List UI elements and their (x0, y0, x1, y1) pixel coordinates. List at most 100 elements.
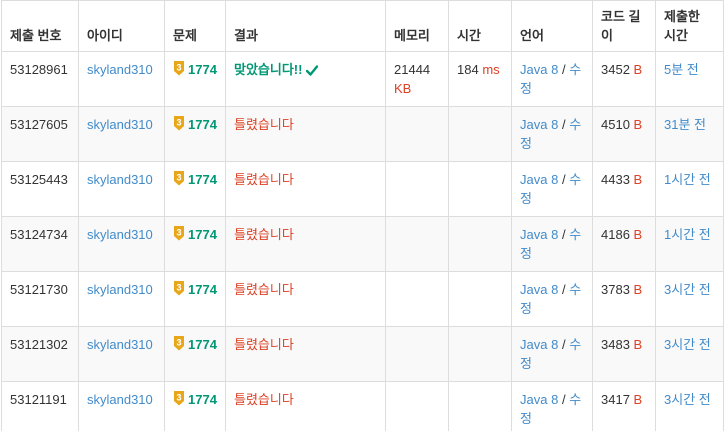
header-memory: 메모리 (385, 0, 449, 52)
result-text: 틀렸습니다 (234, 172, 294, 187)
result-cell: 맞았습니다!! (225, 51, 386, 107)
header-user-id: 아이디 (78, 0, 165, 52)
language-link[interactable]: Java 8 (520, 337, 558, 352)
language-link[interactable]: Java 8 (520, 117, 558, 132)
user-id-link[interactable]: skyland310 (87, 282, 153, 297)
code-length-cell: 3483 B (592, 326, 656, 382)
submitted-at-cell: 3시간 전 (655, 271, 724, 327)
submission-id-cell: 53124734 (1, 216, 79, 272)
submitted-at-cell: 3시간 전 (655, 326, 724, 382)
submitted-at-cell: 1시간 전 (655, 216, 724, 272)
problem-link[interactable]: 1774 (188, 62, 217, 77)
time-cell: 184 ms (448, 51, 512, 107)
tier-number: 3 (176, 173, 181, 183)
memory-cell: 21444 KB (385, 51, 449, 107)
language-link[interactable]: Java 8 (520, 392, 558, 407)
code-length-unit: B (633, 62, 643, 77)
language-link[interactable]: Java 8 (520, 227, 558, 242)
memory-cell (385, 381, 449, 431)
problem-link[interactable]: 1774 (188, 392, 217, 407)
code-length-unit: B (633, 337, 643, 352)
problem-cell: 3 1774 (164, 106, 226, 162)
language-cell: Java 8 / 수정 (511, 326, 593, 382)
language-link[interactable]: Java 8 (520, 282, 558, 297)
code-length-value: 3483 (601, 337, 630, 352)
language-separator: / (561, 282, 566, 297)
table-row: 53127605 skyland310 3 1774 틀렸습니다 Java 8 /… (1, 106, 724, 162)
tier-badge-icon[interactable]: 3 (173, 61, 185, 81)
user-id-cell: skyland310 (78, 161, 165, 217)
language-cell: Java 8 / 수정 (511, 216, 593, 272)
code-length-cell: 3417 B (592, 381, 656, 431)
problem-cell: 3 1774 (164, 271, 226, 327)
time-cell (448, 326, 512, 382)
problem-link[interactable]: 1774 (188, 337, 217, 352)
problem-cell: 3 1774 (164, 381, 226, 431)
language-link[interactable]: Java 8 (520, 172, 558, 187)
problem-link[interactable]: 1774 (188, 282, 217, 297)
code-length-unit: B (633, 117, 643, 132)
memory-cell (385, 326, 449, 382)
tier-badge-icon[interactable]: 3 (173, 171, 185, 191)
submitted-at-link[interactable]: 1시간 전 (664, 172, 711, 187)
tier-number: 3 (176, 118, 181, 128)
status-table: 제출 번호 아이디 문제 결과 메모리 시간 언어 코드 길이 제출한 시간 5… (1, 0, 724, 431)
submitted-at-link[interactable]: 3시간 전 (664, 392, 711, 407)
tier-badge-icon[interactable]: 3 (173, 336, 185, 356)
problem-link[interactable]: 1774 (188, 227, 217, 242)
header-code-length: 코드 길이 (592, 0, 656, 52)
code-length-unit: B (633, 172, 643, 187)
time-cell (448, 271, 512, 327)
code-length-cell: 4510 B (592, 106, 656, 162)
user-id-link[interactable]: skyland310 (87, 227, 153, 242)
user-id-link[interactable]: skyland310 (87, 337, 153, 352)
result-text: 틀렸습니다 (234, 337, 294, 352)
tier-badge-icon[interactable]: 3 (173, 281, 185, 301)
tier-badge-icon[interactable]: 3 (173, 116, 185, 136)
submitted-at-cell: 3시간 전 (655, 381, 724, 431)
time-value: 184 (457, 62, 479, 77)
tier-badge-icon[interactable]: 3 (173, 226, 185, 246)
submission-id-cell: 53127605 (1, 106, 79, 162)
problem-link[interactable]: 1774 (188, 117, 217, 132)
tier-number: 3 (176, 393, 181, 403)
user-id-cell: skyland310 (78, 51, 165, 107)
table-row: 53121302 skyland310 3 1774 틀렸습니다 Java 8 /… (1, 326, 724, 382)
submitted-at-link[interactable]: 3시간 전 (664, 337, 711, 352)
language-cell: Java 8 / 수정 (511, 106, 593, 162)
table-row: 53121730 skyland310 3 1774 틀렸습니다 Java 8 /… (1, 271, 724, 327)
tier-badge-icon[interactable]: 3 (173, 391, 185, 411)
submitted-at-link[interactable]: 3시간 전 (664, 282, 711, 297)
submitted-at-link[interactable]: 5분 전 (664, 62, 699, 77)
submission-id-cell: 53128961 (1, 51, 79, 107)
language-separator: / (561, 337, 566, 352)
submission-id: 53124734 (10, 227, 68, 242)
language-separator: / (561, 62, 566, 77)
submitted-at-link[interactable]: 31분 전 (664, 117, 706, 132)
memory-unit: KB (394, 81, 412, 96)
submission-id: 53121191 (10, 392, 67, 407)
problem-link[interactable]: 1774 (188, 172, 217, 187)
user-id-link[interactable]: skyland310 (87, 392, 153, 407)
code-length-unit: B (633, 227, 643, 242)
time-cell (448, 216, 512, 272)
language-link[interactable]: Java 8 (520, 62, 558, 77)
result-text: 틀렸습니다 (234, 227, 294, 242)
submitted-at-link[interactable]: 1시간 전 (664, 227, 711, 242)
user-id-link[interactable]: skyland310 (87, 172, 153, 187)
code-length-value: 4433 (601, 172, 630, 187)
language-cell: Java 8 / 수정 (511, 271, 593, 327)
time-unit: ms (482, 62, 500, 77)
user-id-link[interactable]: skyland310 (87, 117, 153, 132)
checkmark-icon (306, 62, 319, 81)
code-length-unit: B (633, 392, 643, 407)
header-submission-id: 제출 번호 (1, 0, 79, 52)
code-length-value: 3783 (601, 282, 630, 297)
user-id-cell: skyland310 (78, 381, 165, 431)
user-id-link[interactable]: skyland310 (87, 62, 153, 77)
table-row: 53128961 skyland310 3 1774 맞았습니다!! 21444 … (1, 51, 724, 107)
result-text: 틀렸습니다 (234, 117, 294, 132)
language-cell: Java 8 / 수정 (511, 51, 593, 107)
table-body: 53128961 skyland310 3 1774 맞았습니다!! 21444 … (1, 51, 724, 431)
code-length-cell: 4186 B (592, 216, 656, 272)
